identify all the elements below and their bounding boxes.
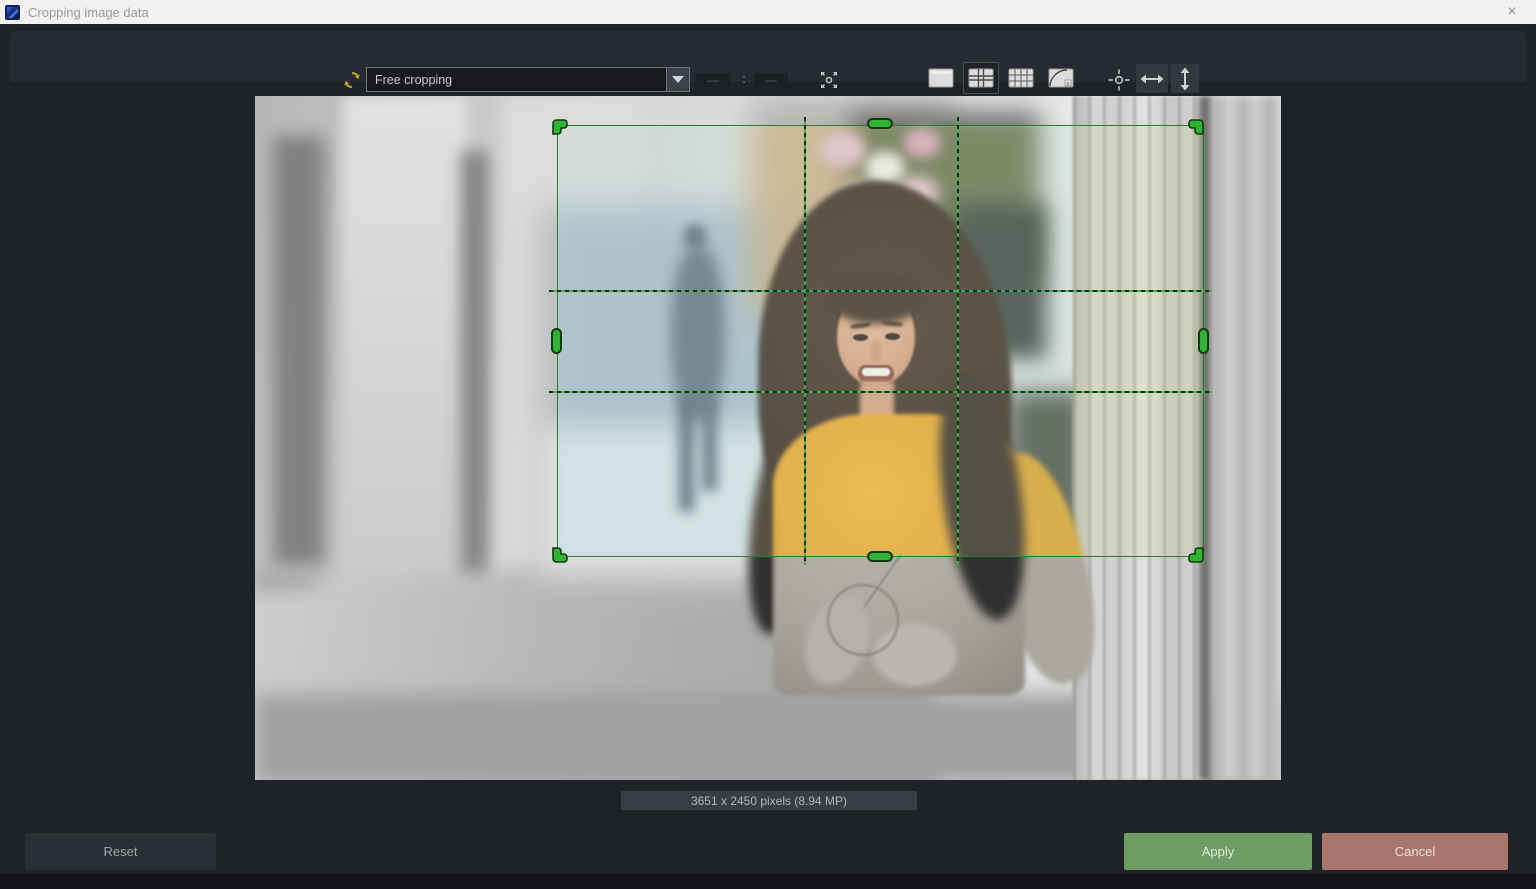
corner-handle-icon: [1186, 117, 1206, 137]
center-crosshair-button[interactable]: [1105, 66, 1133, 94]
crop-mode-select[interactable]: Free cropping: [366, 67, 690, 92]
thirds-grid-icon: [1008, 68, 1034, 88]
grid-none-button[interactable]: [923, 62, 959, 94]
cancel-button[interactable]: Cancel: [1322, 833, 1508, 870]
corner-handle-icon: [550, 545, 570, 565]
grid-spiral-button[interactable]: p: [1043, 62, 1079, 94]
bottom-strip: [0, 874, 1536, 889]
grid-golden-button[interactable]: [963, 62, 999, 94]
golden-grid-icon: [968, 68, 994, 88]
crop-handle-top-left[interactable]: [550, 117, 570, 137]
rotate-button[interactable]: [340, 68, 364, 92]
arrow-vertical-icon: [1179, 67, 1191, 91]
grid-line-horizontal: [549, 391, 1212, 393]
apply-button[interactable]: Apply: [1124, 833, 1312, 870]
crop-toolbar: Free cropping — : —: [10, 31, 1526, 82]
crop-handle-right[interactable]: [1198, 328, 1209, 354]
corner-handle-icon: [550, 117, 570, 137]
photo-right-wall: [1211, 96, 1281, 780]
ratio-width-input[interactable]: —: [696, 73, 730, 87]
dropdown-arrow-button[interactable]: [666, 68, 689, 91]
crop-handle-bottom[interactable]: [867, 551, 893, 562]
flip-horizontal-button[interactable]: [1136, 64, 1168, 93]
chevron-down-icon: [672, 76, 684, 83]
flip-vertical-button[interactable]: [1171, 64, 1199, 93]
expand-arrows-icon: [817, 68, 841, 92]
arrow-horizontal-icon: [1140, 73, 1164, 85]
ratio-height-input[interactable]: —: [754, 73, 788, 87]
app-icon: [5, 5, 20, 20]
title-bar: Cropping image data ×: [0, 0, 1536, 24]
reset-button[interactable]: Reset: [25, 833, 216, 870]
photo-building-shape: [273, 136, 325, 566]
photo-building-shape: [343, 96, 467, 596]
grid-line-vertical: [957, 117, 959, 565]
rotate-icon: [342, 70, 362, 90]
ratio-separator: :: [736, 71, 752, 86]
crop-handle-top[interactable]: [867, 118, 893, 129]
crop-mode-value: Free cropping: [367, 73, 666, 87]
status-bar: 3651 x 2450 pixels (8.94 MP): [621, 791, 917, 810]
corner-handle-icon: [1186, 545, 1206, 565]
crosshair-icon: [1106, 67, 1132, 93]
maximize-selection-button[interactable]: [815, 66, 843, 94]
grid-thirds-button[interactable]: [1003, 62, 1039, 94]
golden-spiral-icon: p: [1048, 68, 1074, 88]
grid-line-vertical: [804, 117, 806, 565]
close-button[interactable]: ×: [1498, 0, 1526, 24]
crop-handle-top-right[interactable]: [1186, 117, 1206, 137]
crop-handle-left[interactable]: [551, 328, 562, 354]
photo-building-shape: [461, 151, 489, 581]
crop-handle-bottom-right[interactable]: [1186, 545, 1206, 565]
no-grid-icon: [928, 68, 954, 88]
window-title: Cropping image data: [28, 5, 149, 20]
grid-line-horizontal: [549, 290, 1212, 292]
cropping-dialog: Cropping image data × Free cropping — : …: [0, 0, 1536, 889]
crop-handle-bottom-left[interactable]: [550, 545, 570, 565]
spiral-badge-letter: p: [1067, 81, 1070, 87]
crop-region[interactable]: [557, 125, 1204, 557]
